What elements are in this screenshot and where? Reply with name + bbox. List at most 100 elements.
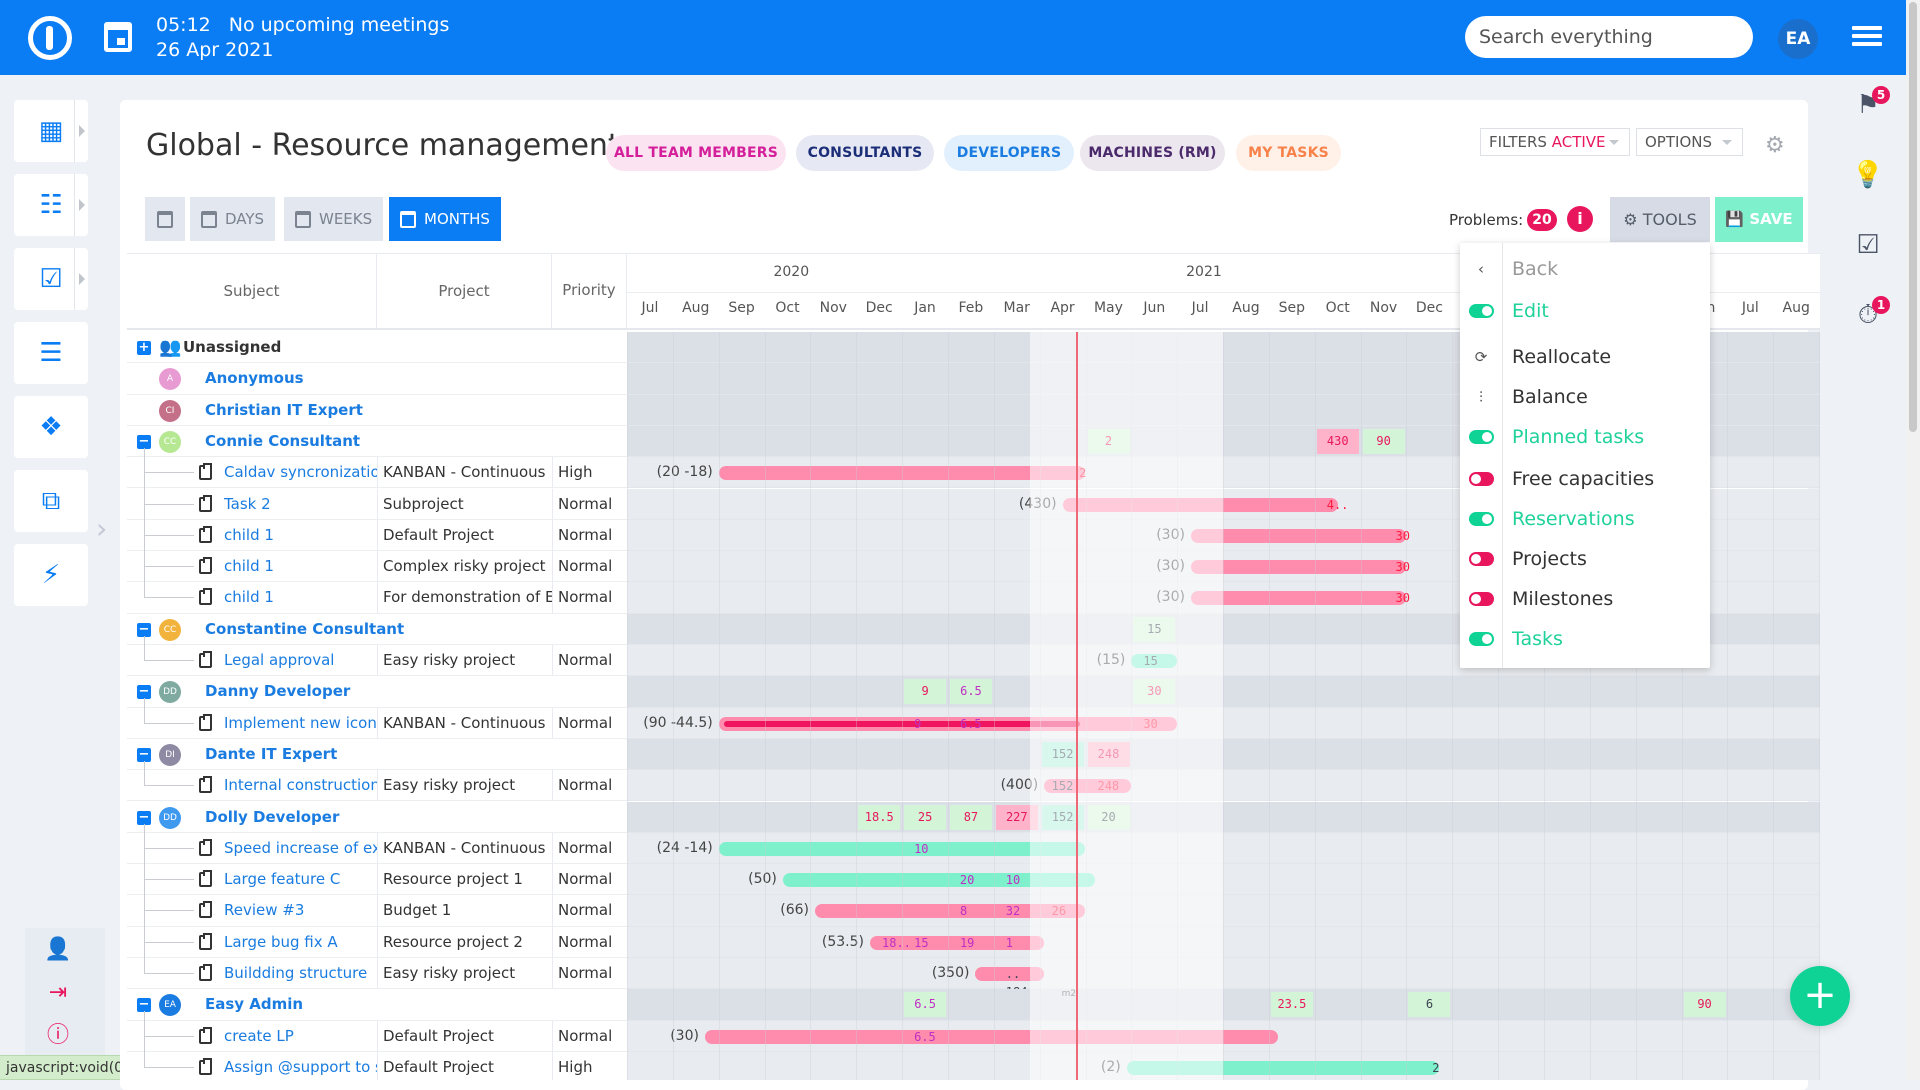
task-subject-link[interactable]: create LP <box>224 1021 294 1051</box>
column-header-project[interactable]: Project <box>377 254 552 330</box>
task-subject-link[interactable]: Task 2 <box>224 489 271 519</box>
resource-name[interactable]: Christian IT Expert <box>205 395 363 425</box>
collapse-icon[interactable]: − <box>137 434 151 449</box>
resource-name[interactable]: Danny Developer <box>205 676 350 706</box>
task-subject-link[interactable]: Assign @support to sales <box>224 1052 377 1080</box>
column-header-subject[interactable]: Subject <box>127 254 377 330</box>
menu-item-projects[interactable]: Projects <box>1460 541 1710 577</box>
expand-arrow-icon[interactable] <box>74 174 88 236</box>
filter-tag[interactable]: CONSULTANTS <box>796 135 934 171</box>
collapse-icon[interactable]: − <box>137 622 151 637</box>
filter-tag[interactable]: MACHINES (RM) <box>1080 135 1225 171</box>
toggle-switch[interactable] <box>1468 304 1494 318</box>
task-subject-link[interactable]: Buildding structure <box>224 958 367 988</box>
task-subject-link[interactable]: child 1 <box>224 551 274 581</box>
filter-tag[interactable]: DEVELOPERS <box>944 135 1074 171</box>
flag-button[interactable]: ⚑ 5 <box>1848 86 1890 160</box>
expand-icon[interactable]: + <box>137 341 151 355</box>
scrollbar-thumb[interactable] <box>1909 2 1917 432</box>
sidebar-item-dashboard[interactable]: ▦ <box>14 100 88 162</box>
menu-item-free-capacities[interactable]: Free capacities <box>1460 461 1710 497</box>
menu-back-item[interactable]: ‹ Back <box>1460 251 1710 287</box>
add-new-fab-button[interactable]: + <box>1790 966 1850 1026</box>
options-dropdown[interactable]: OPTIONS <box>1636 128 1743 156</box>
toggle-switch[interactable] <box>1468 512 1494 526</box>
app-logo-icon[interactable] <box>28 16 72 60</box>
calendar-icon[interactable] <box>104 22 132 52</box>
column-header-priority[interactable]: Priority <box>552 254 627 330</box>
resource-name[interactable]: Dante IT Expert <box>205 739 337 769</box>
resource-name[interactable]: Dolly Developer <box>205 802 339 832</box>
sidebar-item-list[interactable]: ☰ <box>14 322 88 384</box>
months-view-button[interactable]: MONTHS <box>389 197 501 241</box>
filter-tag[interactable]: MY TASKS <box>1236 135 1341 171</box>
menu-item-tasks[interactable]: Tasks <box>1460 621 1710 657</box>
menu-item-planned-tasks[interactable]: Planned tasks <box>1460 419 1710 455</box>
menu-item-milestones[interactable]: Milestones <box>1460 581 1710 617</box>
timer-button[interactable]: ⏱ 1 <box>1848 296 1890 370</box>
sign-in-icon[interactable]: ⇥ <box>25 971 91 1014</box>
user-avatar[interactable]: EA <box>1778 19 1818 59</box>
collapse-icon[interactable]: − <box>137 810 151 825</box>
menu-item-reallocate[interactable]: ⟳ Reallocate <box>1460 339 1710 375</box>
task-subject-link[interactable]: Implement new icons <box>224 708 377 738</box>
info-icon[interactable]: ⓘ <box>25 1014 91 1057</box>
weeks-view-button[interactable]: WEEKS <box>284 197 384 241</box>
collapse-icon[interactable]: − <box>137 998 151 1013</box>
toggle-switch[interactable] <box>1468 592 1494 606</box>
problems-info-icon[interactable]: i <box>1567 206 1593 232</box>
filter-tag[interactable]: ALL TEAM MEMBERS <box>606 135 786 171</box>
allocation-cell[interactable]: 90 <box>1362 428 1405 454</box>
allocation-cell[interactable]: 25 <box>904 804 947 830</box>
problems-indicator[interactable]: Problems: 20 <box>1449 209 1557 231</box>
expand-arrow-icon[interactable] <box>74 248 88 310</box>
tips-button[interactable]: 💡 <box>1848 160 1888 230</box>
tools-button[interactable]: ⚙ TOOLS <box>1610 197 1710 242</box>
task-subject-link[interactable]: Legal approval <box>224 645 334 675</box>
allocation-cell[interactable]: 6.5 <box>949 679 992 705</box>
allocation-cell[interactable]: 430 <box>1316 428 1359 454</box>
menu-item-balance[interactable]: ⫶ Balance <box>1460 379 1710 415</box>
task-subject-link[interactable]: Large feature C <box>224 864 340 894</box>
days-view-button[interactable]: DAYS <box>190 197 276 241</box>
allocation-cell[interactable]: 9 <box>904 679 947 705</box>
search-input[interactable] <box>1465 16 1753 58</box>
allocation-cell[interactable]: 90 <box>1683 992 1726 1018</box>
toggle-switch[interactable] <box>1468 472 1494 486</box>
toggle-switch[interactable] <box>1468 430 1494 444</box>
allocation-cell[interactable]: 18.5 <box>858 804 901 830</box>
task-subject-link[interactable]: Review #3 <box>224 895 304 925</box>
expand-arrow-icon[interactable] <box>74 100 88 162</box>
resource-name[interactable]: Connie Consultant <box>205 426 360 456</box>
toggle-switch[interactable] <box>1468 632 1494 646</box>
task-bar[interactable]: 18.. 15 19 1 <box>870 935 1045 950</box>
checklist-button[interactable]: ☑ <box>1848 230 1888 300</box>
menu-item-reservations[interactable]: Reservations <box>1460 501 1710 537</box>
resource-name[interactable]: Unassigned <box>183 332 281 362</box>
task-subject-link[interactable]: Internal construction <box>224 770 377 800</box>
allocation-cell[interactable]: 6.5 <box>904 992 947 1018</box>
hamburger-menu-icon[interactable] <box>1852 26 1882 50</box>
allocation-cell[interactable]: 6 <box>1408 992 1451 1018</box>
sidebar-item-actions[interactable]: ⚡ <box>14 544 88 606</box>
page-scrollbar[interactable] <box>1906 0 1920 1080</box>
task-subject-link[interactable]: Large bug fix A <box>224 927 338 957</box>
save-button[interactable]: 💾 SAVE <box>1715 197 1803 242</box>
sidebar-item-projects[interactable]: ☷ <box>14 174 88 236</box>
resource-name[interactable]: Anonymous <box>205 363 304 393</box>
resource-name[interactable]: Easy Admin <box>205 989 303 1019</box>
collapse-icon[interactable]: − <box>137 747 151 762</box>
resource-name[interactable]: Constantine Consultant <box>205 614 404 644</box>
filters-dropdown[interactable]: FILTERS ACTIVE <box>1480 128 1630 156</box>
expand-sidebar-icon[interactable]: › <box>96 512 107 545</box>
allocation-cell[interactable]: 87 <box>949 804 992 830</box>
task-subject-link[interactable]: child 1 <box>224 520 274 550</box>
task-subject-link[interactable]: Caldav syncronization <box>224 457 377 487</box>
collapse-icon[interactable]: − <box>137 685 151 700</box>
today-button[interactable] <box>145 197 185 241</box>
sidebar-item-resources[interactable]: ⧉ <box>14 470 88 532</box>
allocation-cell[interactable]: 23.5 <box>1270 992 1313 1018</box>
menu-item-edit[interactable]: Edit <box>1460 293 1710 329</box>
sidebar-item-dropbox[interactable]: ❖ <box>14 396 88 458</box>
task-subject-link[interactable]: child 1 <box>224 582 274 612</box>
